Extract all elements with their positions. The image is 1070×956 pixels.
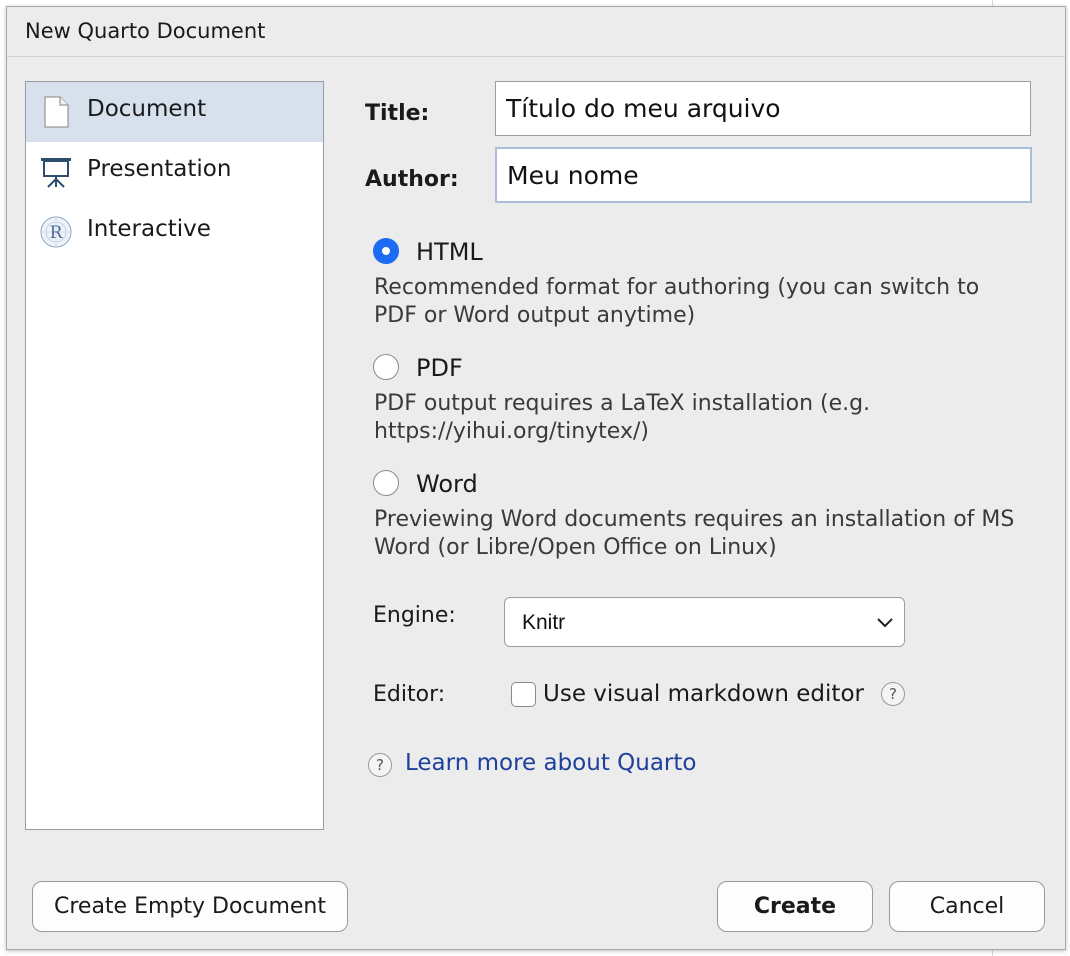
editor-label: Editor:	[373, 682, 446, 707]
visual-editor-label[interactable]: Use visual markdown editor	[543, 681, 864, 707]
word-description: Previewing Word documents requires an in…	[374, 507, 1015, 560]
pdf-radio[interactable]	[373, 354, 399, 380]
help-icon: ?	[368, 753, 392, 777]
engine-select[interactable]: Knitr	[504, 597, 905, 647]
chevron-down-icon	[877, 618, 893, 628]
sidebar-item-label: Presentation	[87, 156, 232, 182]
create-button[interactable]: Create	[717, 881, 873, 932]
engine-label: Engine:	[373, 603, 456, 628]
pdf-radio-label[interactable]: PDF	[416, 354, 463, 382]
title-input[interactable]	[495, 81, 1031, 136]
new-quarto-document-dialog: New Quarto Document Document Presentatio…	[6, 6, 1066, 950]
html-description: Recommended format for authoring (you ca…	[374, 275, 980, 328]
visual-editor-checkbox[interactable]	[511, 682, 536, 707]
sidebar-item-label: Document	[87, 96, 207, 122]
svg-text:R: R	[50, 223, 64, 243]
sidebar-item-presentation[interactable]: Presentation	[26, 142, 323, 202]
dialog-titlebar: New Quarto Document	[7, 7, 1065, 57]
sidebar-item-interactive[interactable]: R Interactive	[26, 202, 323, 262]
word-radio[interactable]	[373, 470, 399, 496]
sidebar-item-label: Interactive	[87, 216, 211, 242]
learn-more-link[interactable]: Learn more about Quarto	[405, 750, 696, 776]
sidebar-item-document[interactable]: Document	[26, 82, 323, 142]
html-radio[interactable]	[373, 238, 399, 264]
html-radio-label[interactable]: HTML	[416, 238, 483, 266]
document-icon	[44, 96, 69, 128]
pdf-description: PDF output requires a LaTeX installation…	[374, 391, 871, 444]
document-type-list: Document Presentation R Interactive	[25, 81, 324, 830]
presentation-icon	[41, 158, 71, 188]
dialog-title: New Quarto Document	[25, 19, 266, 43]
r-interactive-icon: R	[40, 216, 72, 248]
author-label: Author:	[365, 167, 459, 192]
create-empty-document-button[interactable]: Create Empty Document	[32, 881, 348, 932]
word-radio-label[interactable]: Word	[416, 470, 478, 498]
title-label: Title:	[365, 101, 430, 126]
help-icon[interactable]: ?	[881, 682, 905, 706]
cancel-button[interactable]: Cancel	[889, 881, 1045, 932]
engine-select-value: Knitr	[522, 611, 566, 634]
author-input[interactable]	[495, 147, 1032, 203]
